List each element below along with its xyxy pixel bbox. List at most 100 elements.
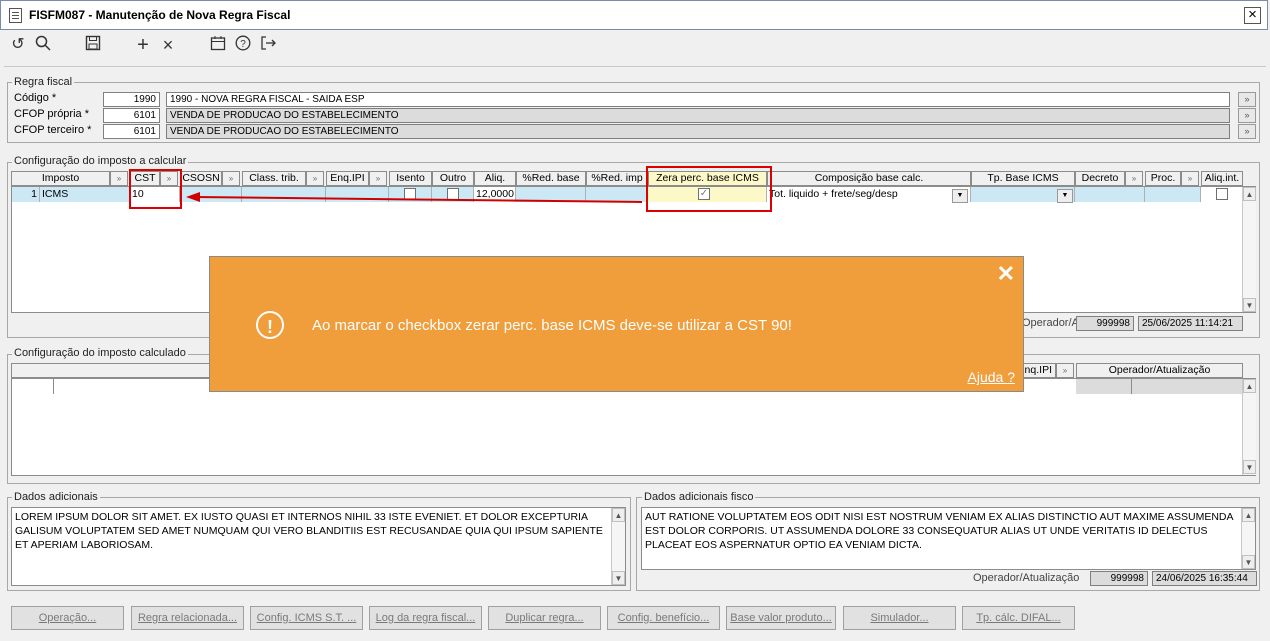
textarea-scrollbar[interactable]: ▲ ▼: [611, 508, 625, 585]
scroll-down-icon[interactable]: ▼: [1243, 460, 1256, 474]
scroll-up-icon[interactable]: ▲: [1242, 508, 1255, 522]
dados-adicionais-textarea[interactable]: LOREM IPSUM DOLOR SIT AMET. EX IUSTO QUA…: [11, 507, 626, 586]
config-calculado-legend: Configuração do imposto calculado: [12, 347, 188, 359]
tp-calc-difal-button[interactable]: Tp. cálc. DIFAL...: [962, 606, 1075, 630]
search-icon[interactable]: [33, 35, 53, 55]
window-title: FISFM087 - Manutenção de Nova Regra Fisc…: [29, 8, 291, 22]
config-calculado-grid: [11, 378, 1256, 476]
col-outro-header[interactable]: Outro: [432, 171, 474, 186]
sort-icon[interactable]: »: [306, 171, 324, 186]
cfop-propria-input[interactable]: 6101: [103, 108, 160, 123]
col-proc-header[interactable]: Proc.: [1145, 171, 1181, 186]
scroll-up-icon[interactable]: ▲: [612, 508, 625, 522]
toast-close-icon[interactable]: ✕: [997, 261, 1015, 287]
textarea-scrollbar[interactable]: ▲ ▼: [1241, 508, 1255, 569]
close-icon[interactable]: ×: [1244, 7, 1261, 24]
duplicar-regra-button[interactable]: Duplicar regra...: [488, 606, 601, 630]
document-icon: [9, 8, 22, 23]
toast-help-link[interactable]: Ajuda ?: [968, 369, 1015, 385]
fisco-atualizacao-field: 24/06/2025 16:35:44: [1152, 571, 1257, 586]
grid-scrollbar[interactable]: ▲ ▼: [1242, 379, 1256, 475]
row-imposto[interactable]: ICMS: [40, 187, 130, 202]
exit-icon[interactable]: [258, 35, 278, 55]
delete-icon[interactable]: ×: [158, 35, 178, 55]
row-composicao[interactable]: Tot. liquido + frete/seg/desp: [767, 187, 971, 202]
dados-fisco-textarea[interactable]: AUT RATIONE VOLUPTATEM EOS ODIT NISI EST…: [641, 507, 1256, 570]
sort-icon[interactable]: »: [110, 171, 128, 186]
sort-icon[interactable]: »: [1181, 171, 1199, 186]
atualizacao-field: 25/06/2025 11:14:21: [1138, 316, 1243, 331]
log-regra-button[interactable]: Log da regra fiscal...: [369, 606, 482, 630]
col-class-trib-header[interactable]: Class. trib.: [242, 171, 306, 186]
sort-icon[interactable]: »: [1125, 171, 1143, 186]
scroll-up-icon[interactable]: ▲: [1243, 379, 1256, 393]
sort-icon[interactable]: »: [369, 171, 387, 186]
add-icon[interactable]: +: [133, 35, 153, 55]
calendar-icon[interactable]: [208, 35, 228, 55]
calculado-cell: [1076, 379, 1132, 394]
toast-message: Ao marcar o checkbox zerar perc. base IC…: [312, 317, 792, 334]
warning-icon: !: [256, 311, 284, 339]
validation-toast: ✕ ! Ao marcar o checkbox zerar perc. bas…: [209, 256, 1024, 392]
codigo-input[interactable]: 1990: [103, 92, 160, 107]
col-operador-calc-header[interactable]: Operador/Atualização: [1076, 363, 1243, 378]
config-beneficio-button[interactable]: Config. benefício...: [607, 606, 720, 630]
cst-highlight: [129, 169, 182, 209]
col-tp-base-header[interactable]: Tp. Base ICMS: [971, 171, 1075, 186]
cfop-terceiro-lookup-icon[interactable]: »: [1238, 124, 1256, 139]
col-imposto-header[interactable]: Imposto: [11, 171, 110, 186]
help-icon[interactable]: ?: [233, 35, 253, 55]
calculado-cell: [1132, 379, 1243, 394]
row-proc[interactable]: [1145, 187, 1201, 202]
codigo-description[interactable]: 1990 - NOVA REGRA FISCAL - SAIDA ESP: [166, 92, 1230, 107]
sort-icon[interactable]: »: [222, 171, 240, 186]
undo-icon[interactable]: ↺: [8, 35, 28, 55]
scroll-down-icon[interactable]: ▼: [1242, 555, 1255, 569]
col-enq-ipi-header[interactable]: Enq.IPI: [326, 171, 369, 186]
cfop-terceiro-label: CFOP terceiro *: [14, 124, 92, 136]
cfop-terceiro-description: VENDA DE PRODUCAO DO ESTABELECIMENTO: [166, 124, 1230, 139]
col-aliq-int-header[interactable]: Aliq.int.: [1201, 171, 1243, 186]
window-titlebar: FISFM087 - Manutenção de Nova Regra Fisc…: [0, 0, 1268, 30]
scroll-down-icon[interactable]: ▼: [612, 571, 625, 585]
base-valor-produto-button[interactable]: Base valor produto...: [726, 606, 836, 630]
zera-perc-highlight: [646, 166, 772, 212]
chevron-down-icon[interactable]: ▼: [952, 189, 968, 203]
cfop-terceiro-input[interactable]: 6101: [103, 124, 160, 139]
save-icon[interactable]: [83, 35, 103, 55]
scroll-down-icon[interactable]: ▼: [1243, 298, 1256, 312]
config-calcular-legend: Configuração do imposto a calcular: [12, 155, 189, 167]
cfop-propria-lookup-icon[interactable]: »: [1238, 108, 1256, 123]
fisco-atualizacao-label: Operador/Atualização: [973, 572, 1080, 584]
codigo-lookup-icon[interactable]: »: [1238, 92, 1256, 107]
toolbar-separator: [4, 66, 1266, 67]
regra-relacionada-button[interactable]: Regra relacionada...: [131, 606, 244, 630]
col-csosn-header[interactable]: CSOSN: [180, 171, 222, 186]
cfop-propria-description: VENDA DE PRODUCAO DO ESTABELECIMENTO: [166, 108, 1230, 123]
operacao-button[interactable]: Operação...: [11, 606, 124, 630]
fisco-operador-field: 999998: [1090, 571, 1148, 586]
col-decreto-header[interactable]: Decreto: [1075, 171, 1125, 186]
chevron-down-icon[interactable]: ▼: [1057, 189, 1073, 203]
col-aliq-header[interactable]: Aliq.: [474, 171, 516, 186]
col-red-base-header[interactable]: %Red. base: [516, 171, 586, 186]
col-red-imp-header[interactable]: %Red. imp: [586, 171, 648, 186]
col-composicao-header[interactable]: Composição base calc.: [767, 171, 971, 186]
operador-field: 999998: [1076, 316, 1134, 331]
regra-fiscal-legend: Regra fiscal: [12, 76, 75, 88]
dados-fisco-legend: Dados adicionais fisco: [642, 491, 756, 503]
aliq-int-checkbox[interactable]: [1216, 188, 1228, 200]
simulador-button[interactable]: Simulador...: [843, 606, 956, 630]
sort-icon[interactable]: »: [1056, 363, 1074, 378]
annotation-arrow: [186, 192, 643, 203]
dados-adicionais-legend: Dados adicionais: [12, 491, 100, 503]
row-decreto[interactable]: [1075, 187, 1145, 202]
calculado-cell: [12, 379, 54, 394]
scroll-up-icon[interactable]: ▲: [1243, 187, 1256, 201]
grid-scrollbar[interactable]: ▲ ▼: [1242, 187, 1256, 312]
config-icms-st-button[interactable]: Config. ICMS S.T. ...: [250, 606, 363, 630]
row-number: 1: [12, 187, 40, 202]
cfop-propria-label: CFOP própria *: [14, 108, 89, 120]
col-isento-header[interactable]: Isento: [389, 171, 432, 186]
codigo-label: Código *: [14, 92, 57, 104]
